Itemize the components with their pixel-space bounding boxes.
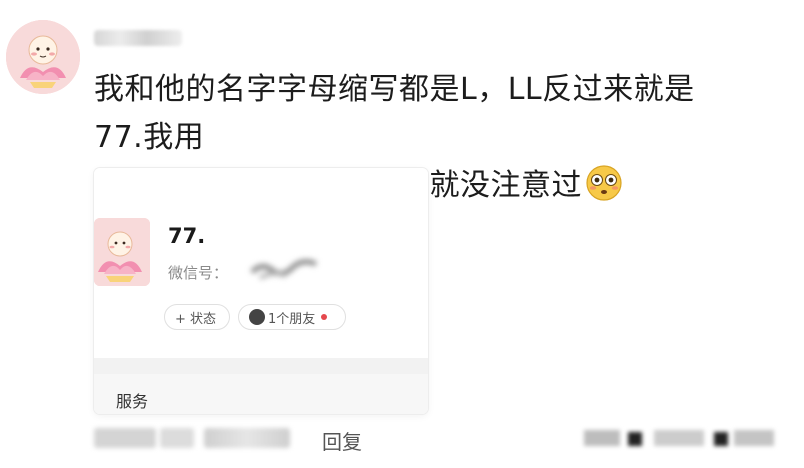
- notification-dot-icon: [321, 314, 328, 320]
- contact-card-screenshot[interactable]: 77. 微信号： + 状态 1个朋友 服务: [94, 168, 428, 414]
- card-avatar: [94, 218, 150, 286]
- lotus-character-icon: [6, 20, 80, 94]
- lotus-character-icon: [94, 218, 150, 286]
- commenter-username-blurred[interactable]: [94, 30, 182, 46]
- like-icon-blurred: [584, 430, 620, 446]
- friends-count-button[interactable]: 1个朋友: [238, 304, 346, 330]
- comment-line-1: 我和他的名字字母缩写都是L，LL反过来就是77.我用: [94, 72, 695, 155]
- flushed-face-emoji-icon: [586, 165, 622, 201]
- commenter-avatar[interactable]: [6, 20, 80, 94]
- add-status-button[interactable]: + 状态: [164, 304, 230, 330]
- timestamp-blurred: [94, 428, 156, 448]
- meta-blurred: [204, 428, 290, 448]
- wechat-id-blurred: [250, 259, 317, 280]
- card-wechat-id-label: 微信号：: [168, 264, 229, 282]
- location-blurred: [160, 428, 194, 448]
- dislike-icon-blurred: [714, 432, 728, 446]
- reply-button[interactable]: 回复: [322, 426, 362, 455]
- meta-count-blurred: [654, 430, 704, 446]
- like-count-blurred: [628, 432, 642, 446]
- friends-count-label: 1个朋友: [268, 311, 316, 327]
- friend-avatar-icon: [249, 309, 265, 325]
- service-item[interactable]: 服务: [116, 388, 148, 412]
- card-divider: [94, 358, 428, 374]
- card-display-name: 77.: [168, 224, 206, 248]
- share-blurred: [734, 430, 774, 446]
